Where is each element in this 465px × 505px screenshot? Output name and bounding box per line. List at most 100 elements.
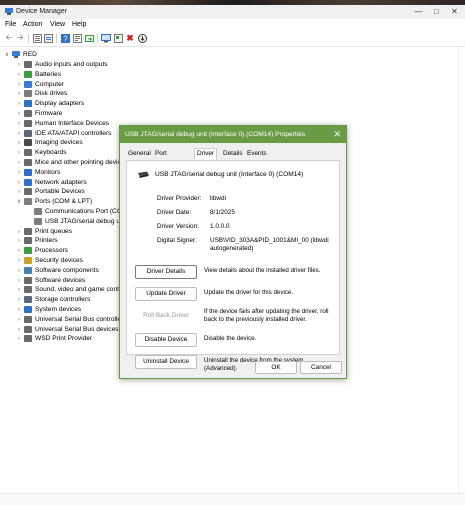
update-driver-button[interactable]: Update Driver [135, 287, 197, 301]
tab-details[interactable]: Details [221, 149, 245, 159]
uninstall-x-icon[interactable]: ✖ [125, 33, 135, 43]
maximize-button[interactable]: □ [430, 6, 443, 17]
tree-category-label: WSD Print Provider [35, 335, 93, 343]
category-icon [24, 266, 32, 274]
help-icon[interactable]: ? [60, 33, 70, 43]
ok-button[interactable]: OK [255, 361, 297, 374]
tree-root-label: RED [23, 51, 37, 58]
minimize-button[interactable]: — [412, 6, 425, 17]
menu-action[interactable]: Action [23, 21, 42, 28]
update-driver-desc: Update the driver for this device. [204, 289, 294, 296]
toolbar-divider [28, 34, 29, 43]
monitor-scan-icon[interactable] [101, 33, 111, 43]
scrollbar-track[interactable] [458, 47, 465, 499]
chevron-right-icon[interactable]: › [16, 158, 22, 168]
toolbar-divider [97, 34, 98, 43]
tab-general[interactable]: General [126, 149, 153, 159]
tree-category-label: Ports (COM & LPT) [35, 198, 93, 206]
tree-category-label: Storage controllers [35, 296, 91, 304]
chevron-right-icon[interactable]: › [16, 178, 22, 188]
category-icon [24, 178, 32, 186]
add-hardware-icon[interactable] [113, 33, 123, 43]
properties-sheet-icon[interactable] [72, 33, 82, 43]
forward-arrow-icon[interactable]: 🡢 [15, 33, 25, 43]
category-icon [24, 227, 32, 235]
chevron-right-icon[interactable]: › [16, 305, 22, 315]
tree-category-label: Display adapters [35, 100, 85, 108]
digital-signer-value: USB\VID_303A&PID_1001&MI_00 (libwdi auto… [210, 237, 329, 252]
svg-text:?: ? [63, 34, 68, 43]
dialog-close-icon[interactable]: ✕ [333, 129, 341, 140]
chevron-right-icon[interactable]: › [16, 187, 22, 197]
cancel-button[interactable]: Cancel [300, 361, 342, 374]
toolbar-divider [56, 34, 57, 43]
download-circle-icon[interactable] [137, 33, 147, 43]
driver-version-label: Driver Version: [157, 223, 199, 230]
chevron-right-icon[interactable]: › [16, 70, 22, 80]
tree-category-label: Printers [35, 237, 58, 245]
driver-panel: USB JTAG/serial debug unit (Interface 0)… [126, 160, 340, 372]
driver-version-value: 1.0.0.0 [210, 223, 230, 230]
category-icon [24, 257, 32, 264]
tree-category-label: Mice and other pointing devices [35, 159, 128, 166]
roll-back-driver-button[interactable]: Roll Back Driver [135, 309, 197, 323]
chevron-right-icon[interactable]: › [16, 148, 22, 158]
category-icon [24, 198, 32, 206]
category-icon [24, 149, 32, 157]
chevron-right-icon[interactable]: › [16, 285, 22, 295]
properties-dialog: USB JTAG/serial debug unit (Interface 0)… [119, 125, 347, 379]
menu-file[interactable]: File [5, 21, 16, 28]
category-icon [24, 129, 32, 137]
menu-view[interactable]: View [50, 21, 65, 28]
disable-device-button[interactable]: Disable Device [135, 333, 197, 347]
chevron-right-icon[interactable]: › [16, 236, 22, 246]
tree-category-label: IDE ATA/ATAPI controllers [35, 129, 112, 137]
tree-view-icon[interactable] [32, 33, 42, 43]
roll-back-driver-desc: If the device fails after updating the d… [204, 308, 329, 323]
computer-icon [12, 51, 20, 58]
chevron-right-icon[interactable]: › [16, 80, 22, 90]
tree-category-label: Human Interface Devices [35, 119, 110, 127]
chevron-right-icon[interactable]: › [16, 109, 22, 119]
tab-port-settings[interactable]: Port Settings [153, 149, 180, 167]
category-icon [24, 276, 32, 284]
chevron-right-icon[interactable]: › [16, 334, 22, 344]
chevron-right-icon[interactable]: › [16, 266, 22, 276]
chevron-right-icon[interactable]: › [16, 246, 22, 256]
close-button[interactable]: ✕ [448, 6, 461, 17]
chevron-right-icon[interactable]: › [16, 89, 22, 99]
driver-provider-value: libwdi [210, 195, 226, 202]
chevron-right-icon[interactable]: › [16, 315, 22, 325]
tree-category-label: System devices [35, 306, 82, 313]
update-driver-icon[interactable] [84, 33, 94, 43]
chevron-right-icon[interactable]: › [16, 227, 22, 237]
category-icon [24, 296, 32, 304]
chevron-right-icon[interactable]: › [16, 138, 22, 148]
chevron-right-icon[interactable]: › [16, 276, 22, 286]
device-name: USB JTAG/serial debug unit (Interface 0)… [155, 171, 304, 178]
chevron-down-icon[interactable]: ∨ [16, 197, 22, 207]
category-icon [24, 315, 32, 323]
properties-icon[interactable] [43, 33, 53, 43]
back-arrow-icon[interactable]: 🡠 [4, 33, 14, 43]
chevron-right-icon[interactable]: › [16, 295, 22, 305]
driver-details-button[interactable]: Driver Details [135, 265, 197, 279]
chevron-right-icon[interactable]: › [16, 60, 22, 70]
chevron-right-icon[interactable]: › [16, 168, 22, 178]
chevron-right-icon[interactable]: › [16, 325, 22, 335]
menu-help[interactable]: Help [72, 21, 86, 28]
chevron-right-icon[interactable]: › [16, 129, 22, 139]
chevron-right-icon[interactable]: › [16, 256, 22, 266]
title-bar: Device Manager — □ ✕ [0, 5, 465, 19]
menu-bar: File Action View Help [0, 19, 465, 31]
uninstall-device-button[interactable]: Uninstall Device [135, 355, 197, 369]
driver-provider-label: Driver Provider: [157, 195, 202, 202]
disable-device-desc: Disable the device. [204, 335, 257, 342]
tree-category-label: Portable Devices [35, 188, 85, 196]
category-icon [24, 335, 32, 343]
chevron-right-icon[interactable]: › [16, 119, 22, 129]
tab-events[interactable]: Events [245, 149, 269, 159]
chevron-down-icon[interactable]: ∨ [4, 50, 10, 60]
chevron-right-icon[interactable]: › [16, 99, 22, 109]
driver-date-label: Driver Date: [157, 209, 192, 216]
